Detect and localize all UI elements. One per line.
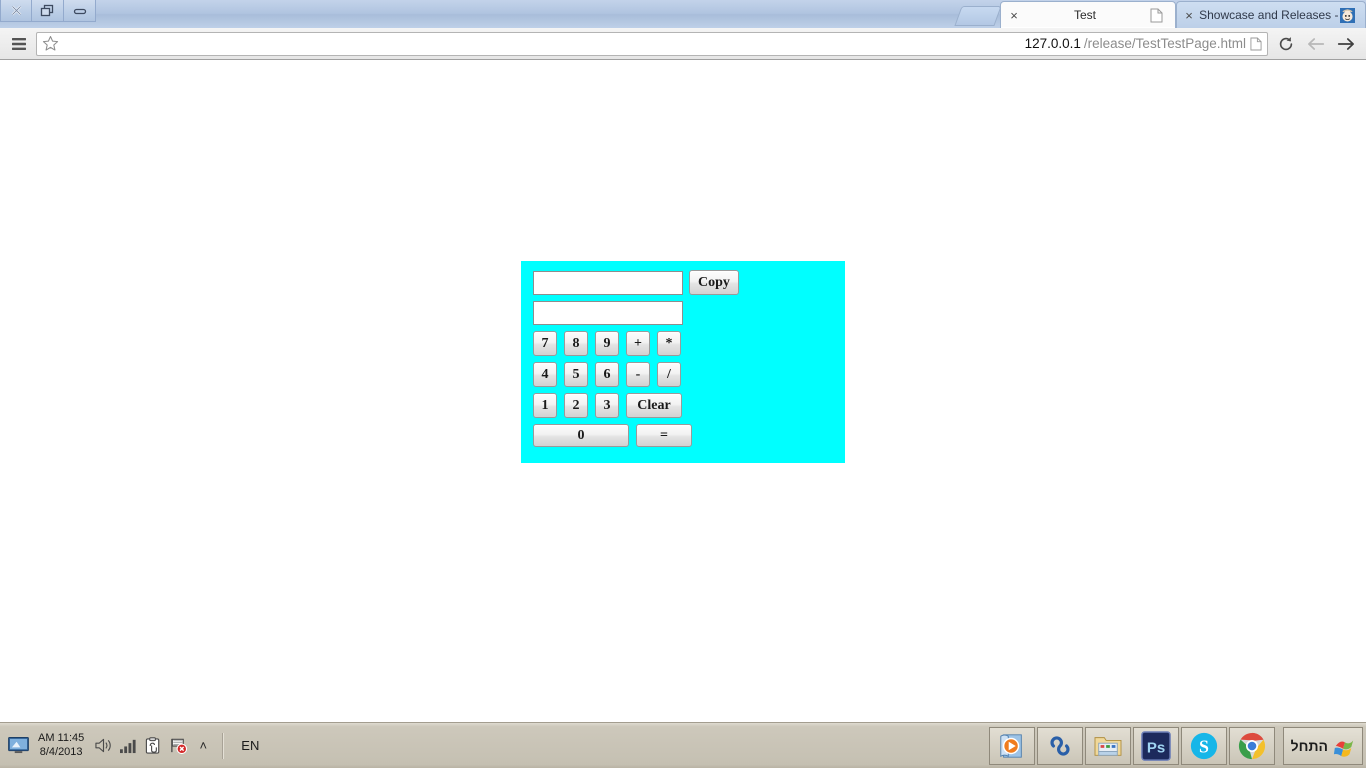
launcher-media-player[interactable] bbox=[988, 726, 1035, 765]
minimize-icon bbox=[73, 8, 86, 14]
clear-button[interactable]: Clear bbox=[626, 393, 682, 418]
clipboard-icon[interactable] bbox=[143, 736, 163, 756]
clock-date: 8/4/2013 bbox=[39, 745, 83, 758]
infinity-icon bbox=[1050, 735, 1070, 756]
launcher-chrome[interactable] bbox=[1228, 726, 1275, 765]
window-restore-button[interactable] bbox=[32, 0, 64, 22]
system-tray: AM 11:45 8/4/2013 ˄ EN bbox=[3, 726, 267, 766]
svg-text:S: S bbox=[1199, 736, 1209, 756]
start-label: התחל bbox=[1290, 737, 1328, 754]
reload-icon bbox=[1279, 36, 1293, 50]
tab-test[interactable]: Test × bbox=[1000, 1, 1176, 28]
skype-icon: S bbox=[1190, 732, 1217, 759]
close-icon bbox=[11, 5, 21, 16]
url-text[interactable]: 127.0.0.1/release/TestTestPage.html bbox=[63, 36, 1263, 52]
language-indicator[interactable]: EN bbox=[233, 738, 267, 753]
tab-close-button[interactable]: × bbox=[1183, 9, 1195, 22]
window-close-button[interactable] bbox=[0, 0, 32, 22]
key-9[interactable]: 9 bbox=[595, 331, 619, 356]
tab-close-button[interactable]: × bbox=[1007, 9, 1021, 22]
tab-strip: Showcase and Releases - Po × Test × bbox=[0, 0, 1366, 28]
key-divide[interactable]: / bbox=[657, 362, 681, 387]
window-controls bbox=[0, 0, 96, 22]
key-2[interactable]: 2 bbox=[564, 393, 588, 418]
media-player-icon bbox=[1000, 733, 1022, 758]
page-viewport: Copy 7 8 9 + * 4 5 6 - / 1 2 3 Clear 0 = bbox=[0, 60, 1366, 722]
show-hidden-icons-chevron[interactable]: ˄ bbox=[193, 736, 213, 756]
calculator-display-input[interactable] bbox=[533, 270, 683, 295]
navigation-buttons bbox=[1272, 31, 1360, 57]
clock-time: AM 11:45 bbox=[38, 731, 85, 744]
browser-window: Showcase and Releases - Po × Test × bbox=[0, 0, 1366, 722]
url-path: /release/TestTestPage.html bbox=[1083, 36, 1246, 51]
reload-button[interactable] bbox=[1272, 31, 1300, 57]
forward-button[interactable] bbox=[1332, 31, 1360, 57]
tab-title: Test bbox=[1073, 8, 1096, 22]
svg-text:Ps: Ps bbox=[1146, 739, 1164, 756]
keypad-row-3: 1 2 3 Clear bbox=[533, 393, 845, 418]
back-arrow-icon bbox=[1308, 37, 1325, 50]
key-7[interactable]: 7 bbox=[533, 331, 557, 356]
key-5[interactable]: 5 bbox=[564, 362, 588, 387]
taskbar-launchers: Ps S התחל bbox=[988, 726, 1363, 766]
chrome-menu-button[interactable] bbox=[6, 32, 32, 56]
launcher-photoshop[interactable]: Ps bbox=[1132, 726, 1179, 765]
calculator-expression-row bbox=[533, 301, 845, 325]
new-tab-button[interactable] bbox=[954, 6, 1002, 26]
page-icon bbox=[1149, 7, 1165, 23]
copy-button[interactable]: Copy bbox=[689, 270, 739, 295]
equals-button[interactable]: = bbox=[636, 424, 692, 447]
back-button[interactable] bbox=[1302, 31, 1330, 57]
restore-icon bbox=[40, 4, 54, 16]
action-center-icon[interactable] bbox=[168, 736, 188, 756]
launcher-file-explorer[interactable] bbox=[1084, 726, 1131, 765]
launcher-skype[interactable]: S bbox=[1180, 726, 1227, 765]
volume-icon[interactable] bbox=[93, 736, 113, 756]
page-info-icon[interactable] bbox=[1249, 36, 1263, 52]
address-bar[interactable]: 127.0.0.1/release/TestTestPage.html bbox=[36, 31, 1268, 56]
url-host: 127.0.0.1 bbox=[1024, 36, 1081, 51]
network-icon[interactable] bbox=[118, 736, 138, 756]
keypad-row-2: 4 5 6 - / bbox=[533, 362, 845, 387]
calculator-display-row: Copy bbox=[533, 270, 845, 295]
tray-separator bbox=[222, 732, 225, 759]
start-button[interactable]: התחל bbox=[1282, 726, 1363, 765]
windows-logo-icon bbox=[1333, 740, 1354, 757]
windows-taskbar: AM 11:45 8/4/2013 ˄ EN Ps S התחל bbox=[0, 722, 1366, 768]
file-explorer-icon bbox=[1094, 736, 1122, 756]
launcher-infinity[interactable] bbox=[1036, 726, 1083, 765]
chrome-icon bbox=[1238, 732, 1265, 759]
key-minus[interactable]: - bbox=[626, 362, 650, 387]
key-0[interactable]: 0 bbox=[533, 424, 629, 447]
key-6[interactable]: 6 bbox=[595, 362, 619, 387]
taskbar-clock[interactable]: AM 11:45 8/4/2013 bbox=[34, 732, 88, 760]
key-8[interactable]: 8 bbox=[564, 331, 588, 356]
key-1[interactable]: 1 bbox=[533, 393, 557, 418]
calculator-expression-input[interactable] bbox=[533, 301, 683, 325]
photoshop-icon: Ps bbox=[1140, 730, 1171, 761]
bookmark-star-icon[interactable] bbox=[41, 35, 59, 53]
tab-showcase-and-releases[interactable]: Showcase and Releases - Po × bbox=[1176, 1, 1366, 28]
forward-arrow-icon bbox=[1337, 37, 1354, 50]
key-multiply[interactable]: * bbox=[657, 331, 681, 356]
window-minimize-button[interactable] bbox=[64, 0, 96, 22]
keypad-row-1: 7 8 9 + * bbox=[533, 331, 845, 356]
show-desktop-icon[interactable] bbox=[7, 736, 29, 756]
hamburger-menu-icon bbox=[12, 37, 26, 50]
calculator-panel: Copy 7 8 9 + * 4 5 6 - / 1 2 3 Clear 0 = bbox=[521, 261, 845, 463]
tab-title: Showcase and Releases - Po bbox=[1199, 8, 1339, 22]
key-plus[interactable]: + bbox=[626, 331, 650, 356]
keypad-row-4: 0 = bbox=[533, 424, 845, 447]
key-3[interactable]: 3 bbox=[595, 393, 619, 418]
face-icon bbox=[1339, 7, 1355, 23]
browser-toolbar: 127.0.0.1/release/TestTestPage.html bbox=[0, 28, 1366, 60]
key-4[interactable]: 4 bbox=[533, 362, 557, 387]
